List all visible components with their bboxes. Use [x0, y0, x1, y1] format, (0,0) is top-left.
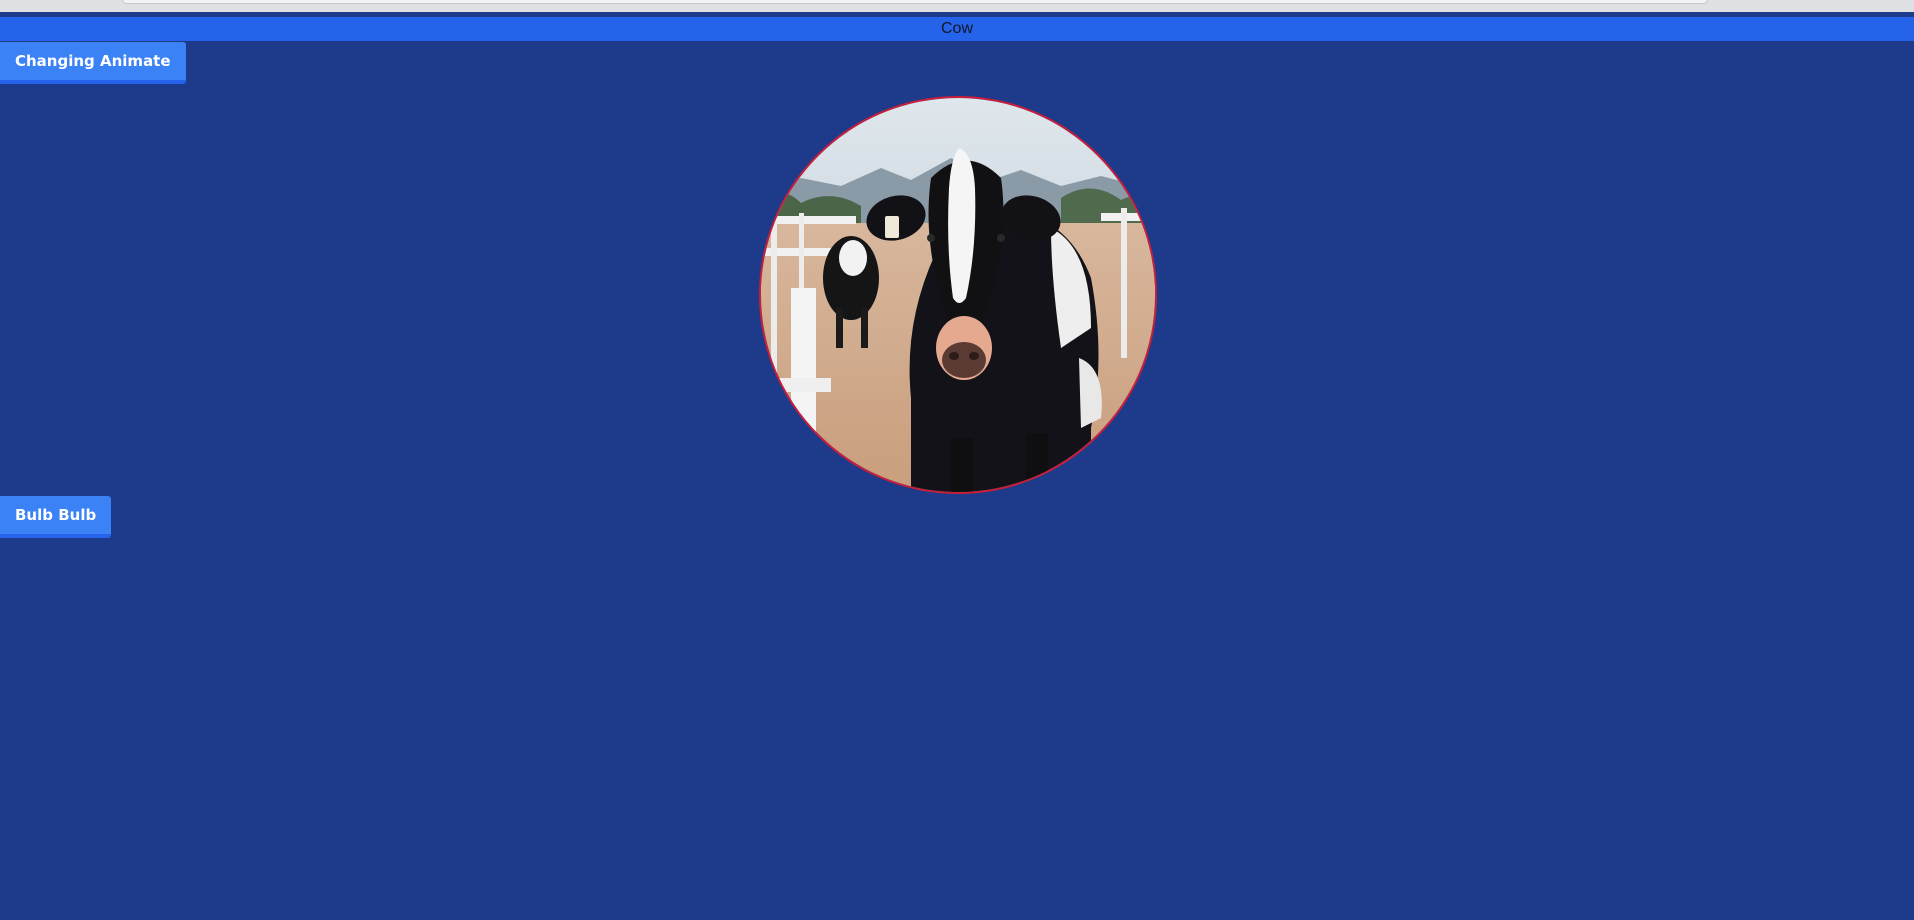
cow-image — [759, 96, 1157, 494]
browser-chrome-strip — [0, 0, 1914, 12]
page-title: Cow — [0, 17, 1914, 41]
changing-animate-button[interactable]: Changing Animate — [0, 42, 186, 84]
bulb-button[interactable]: Bulb Bulb — [0, 496, 112, 538]
address-bar[interactable] — [122, 0, 1708, 4]
